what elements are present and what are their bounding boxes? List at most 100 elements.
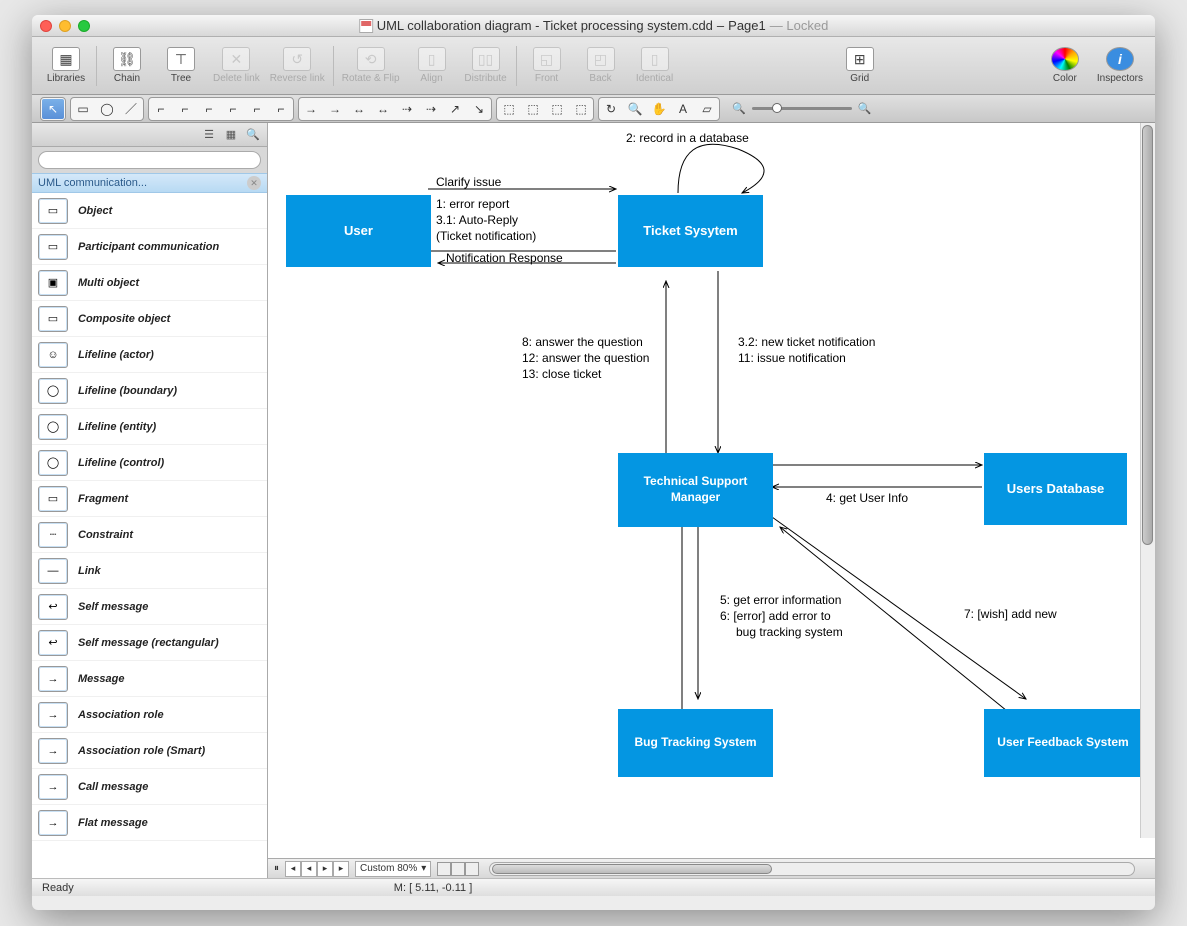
arrow-1[interactable]: →: [300, 99, 322, 119]
rotate-tool[interactable]: ↻: [600, 99, 622, 119]
prev-page-button[interactable]: ◂: [301, 861, 317, 877]
zoom-slider[interactable]: 🔍 🔍: [732, 102, 871, 115]
arrow-4[interactable]: ↔: [372, 99, 394, 119]
node-user[interactable]: User: [286, 195, 431, 267]
shape-label: Lifeline (entity): [78, 421, 156, 433]
panel-toggle-icon[interactable]: ☰: [199, 126, 219, 144]
back-button[interactable]: ◰Back: [579, 47, 623, 84]
connector-3[interactable]: ⌐: [198, 99, 220, 119]
close-button[interactable]: [40, 20, 52, 32]
ellipse-tool[interactable]: ◯: [96, 99, 118, 119]
shape-item[interactable]: ▭Fragment: [32, 481, 267, 517]
tree-button[interactable]: ⊤Tree: [159, 47, 203, 84]
zoom-out-icon[interactable]: 🔍: [732, 102, 746, 115]
node-feedback[interactable]: User Feedback System: [984, 709, 1142, 777]
sidebar-search: [32, 147, 267, 173]
distribute-button[interactable]: ▯▯Distribute: [464, 47, 508, 84]
ruler-tool[interactable]: ▱: [696, 99, 718, 119]
shape-thumb-icon: ↩: [38, 594, 68, 620]
shape-item[interactable]: ▭Object: [32, 193, 267, 229]
connector-4[interactable]: ⌐: [222, 99, 244, 119]
delete-link-button[interactable]: ✕Delete link: [213, 47, 260, 84]
shape-item[interactable]: ◯Lifeline (control): [32, 445, 267, 481]
page-tabs[interactable]: [437, 862, 479, 876]
shape-item[interactable]: ┄Constraint: [32, 517, 267, 553]
shape-item[interactable]: ◯Lifeline (boundary): [32, 373, 267, 409]
horizontal-scrollbar[interactable]: [489, 862, 1135, 876]
vertical-scrollbar[interactable]: [1140, 123, 1155, 838]
panel-search-icon[interactable]: 🔍: [243, 126, 263, 144]
minimize-button[interactable]: [59, 20, 71, 32]
shape-thumb-icon: ◯: [38, 414, 68, 440]
shape-label: Fragment: [78, 493, 128, 505]
inspectors-button[interactable]: iInspectors: [1097, 47, 1143, 84]
line-tool[interactable]: ／: [120, 99, 142, 119]
identical-button[interactable]: ▯Identical: [633, 47, 677, 84]
rect-tool[interactable]: ▭: [72, 99, 94, 119]
grid-button[interactable]: ⊞Grid: [838, 47, 882, 84]
shape-label: Lifeline (control): [78, 457, 164, 469]
arrow-6[interactable]: ⇢: [420, 99, 442, 119]
group-3[interactable]: ⬚: [546, 99, 568, 119]
text-tool[interactable]: A: [672, 99, 694, 119]
library-title[interactable]: UML communication... ✕: [32, 173, 267, 193]
arrow-3[interactable]: ↔: [348, 99, 370, 119]
pointer-tool[interactable]: ↖: [42, 99, 64, 119]
node-tsm[interactable]: Technical Support Manager: [618, 453, 773, 527]
arrow-7[interactable]: ↗: [444, 99, 466, 119]
shape-item[interactable]: →Call message: [32, 769, 267, 805]
shape-item[interactable]: ◯ Lifeline (entity): [32, 409, 267, 445]
shape-label: Self message: [78, 601, 148, 613]
front-button[interactable]: ◱Front: [525, 47, 569, 84]
arrow-8[interactable]: ↘: [468, 99, 490, 119]
group-1[interactable]: ⬚: [498, 99, 520, 119]
color-button[interactable]: Color: [1043, 47, 1087, 84]
pause-icon[interactable]: ⏸: [274, 863, 279, 874]
shape-item[interactable]: —Link: [32, 553, 267, 589]
close-library-icon[interactable]: ✕: [247, 176, 261, 190]
connector-1[interactable]: ⌐: [150, 99, 172, 119]
hand-tool[interactable]: ✋: [648, 99, 670, 119]
last-page-button[interactable]: ▸: [333, 861, 349, 877]
maximize-button[interactable]: [78, 20, 90, 32]
shape-item[interactable]: ▭Composite object: [32, 301, 267, 337]
shape-item[interactable]: →Association role: [32, 697, 267, 733]
shape-item[interactable]: ▭Participant communication: [32, 229, 267, 265]
shape-thumb-icon: →: [38, 702, 68, 728]
zoom-in-icon[interactable]: 🔍: [858, 102, 872, 115]
connector-6[interactable]: ⌐: [270, 99, 292, 119]
reverse-link-button[interactable]: ↺Reverse link: [270, 47, 325, 84]
canvas[interactable]: User Ticket Sysytem Technical Support Ma…: [268, 123, 1155, 858]
node-bug[interactable]: Bug Tracking System: [618, 709, 773, 777]
arrow-2[interactable]: →: [324, 99, 346, 119]
libraries-button[interactable]: ▦Libraries: [44, 47, 88, 84]
window-title: UML collaboration diagram - Ticket proce…: [359, 18, 829, 33]
next-page-button[interactable]: ▸: [317, 861, 333, 877]
panel-grid-icon[interactable]: ▦: [221, 126, 241, 144]
shape-item[interactable]: →Association role (Smart): [32, 733, 267, 769]
shape-item[interactable]: →Message: [32, 661, 267, 697]
label-tn: (Ticket notification): [436, 229, 536, 243]
shape-item[interactable]: ☺Lifeline (actor): [32, 337, 267, 373]
chain-button[interactable]: ⛓Chain: [105, 47, 149, 84]
group-2[interactable]: ⬚: [522, 99, 544, 119]
node-ticket[interactable]: Ticket Sysytem: [618, 195, 763, 267]
shape-item[interactable]: ↩ Self message: [32, 589, 267, 625]
align-button[interactable]: ▯Align: [410, 47, 454, 84]
node-usersdb[interactable]: Users Database: [984, 453, 1127, 525]
status-coord: M: [ 5.11, -0.11 ]: [394, 882, 472, 894]
connector-5[interactable]: ⌐: [246, 99, 268, 119]
rotate-flip-button[interactable]: ⟲Rotate & Flip: [342, 47, 400, 84]
search-input[interactable]: [38, 151, 261, 169]
label-6a: 6: [error] add error to: [720, 609, 831, 623]
group-4[interactable]: ⬚: [570, 99, 592, 119]
arrow-5[interactable]: ⇢: [396, 99, 418, 119]
shape-item[interactable]: →Flat message: [32, 805, 267, 841]
first-page-button[interactable]: ◂: [285, 861, 301, 877]
connector-2[interactable]: ⌐: [174, 99, 196, 119]
zoom-select[interactable]: Custom 80%▾: [355, 861, 431, 877]
shape-item[interactable]: ↩Self message (rectangular): [32, 625, 267, 661]
zoom-tool[interactable]: 🔍: [624, 99, 646, 119]
shape-label: Lifeline (boundary): [78, 385, 177, 397]
shape-item[interactable]: ▣Multi object: [32, 265, 267, 301]
